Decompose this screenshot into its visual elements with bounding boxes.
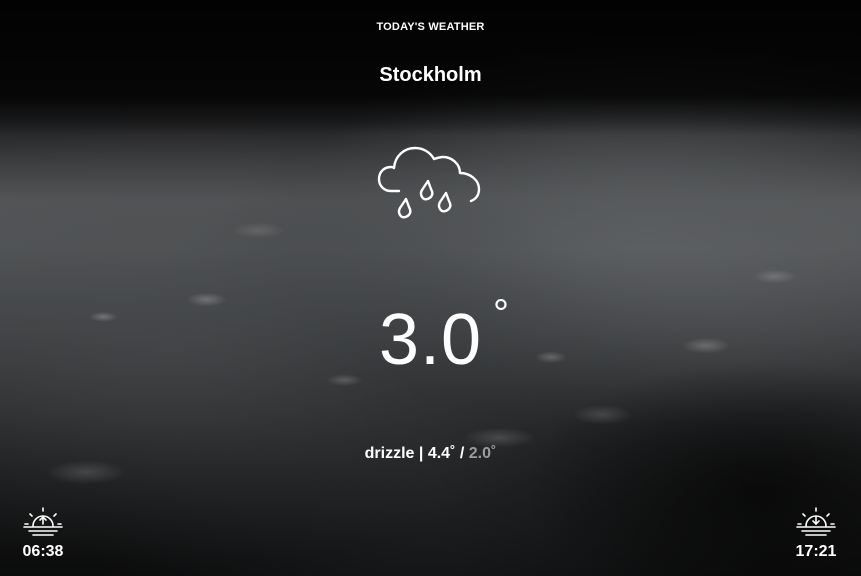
temperature-slash: / [455,445,469,462]
summary-separator: | [414,445,428,462]
sunset-time: 17:21 [795,543,837,560]
condition-text: drizzle [364,445,415,462]
high-temperature: 4.4˚ [427,445,456,462]
degree-symbol: ° [493,292,511,336]
temperature-value: 3.0 [378,300,483,380]
current-temperature: 3.0 ° [378,294,509,380]
cloud-rain-icon [377,146,481,219]
low-temperature: 2.0˚ [468,445,497,462]
sunrise-time: 06:38 [22,543,64,560]
sunset-icon [796,507,836,536]
city-name: Stockholm [379,64,482,86]
sunrise-icon [23,507,63,536]
sunrise-block: 06:38 [13,506,73,561]
temperature-block: 3.0 ° [0,294,861,380]
header-label: TODAY'S WEATHER [376,21,485,33]
sunset-block: 17:21 [786,506,846,561]
weather-app: TODAY'S WEATHER Stockholm 3.0 ° drizzle |… [0,0,861,576]
weather-summary: drizzle | 4.4˚ / 2.0˚ [0,445,861,463]
